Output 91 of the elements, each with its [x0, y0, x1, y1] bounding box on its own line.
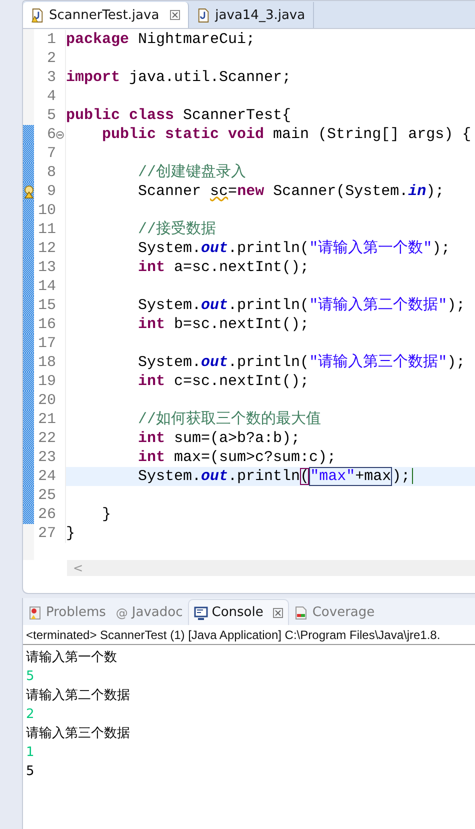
line-number: 26: [36, 505, 56, 524]
line-number: 11: [36, 220, 56, 239]
code-line: int max=(sum>c?sum:c);: [137, 449, 336, 466]
change-marker: [23, 353, 34, 372]
change-marker: [23, 201, 34, 220]
console-line: 2: [26, 706, 34, 724]
console-line: 请输入第二个数据: [26, 687, 130, 705]
coverage-icon: [294, 606, 308, 620]
code-line: int a=sc.nextInt();: [137, 259, 310, 276]
view-tab[interactable]: Coverage: [289, 600, 380, 625]
change-marker: [23, 296, 34, 315]
change-marker: [23, 334, 34, 353]
code-line: //如何获取三个数的最大值: [137, 411, 322, 428]
change-marker: [23, 467, 34, 486]
change-marker: [23, 505, 34, 524]
code-line: System.out.println("请输入第二个数据");: [137, 297, 466, 314]
line-number: 5: [46, 106, 56, 125]
editor-tab[interactable]: java14_3.java: [189, 2, 314, 28]
line-number: 9: [46, 182, 56, 201]
code-line: //创建键盘录入: [137, 164, 246, 181]
view-tab[interactable]: @ Javadoc: [110, 600, 188, 625]
code-line: System.out.println("max"+max);: [66, 468, 414, 485]
change-marker: [23, 429, 34, 448]
line-number: 14: [36, 277, 56, 296]
line-number: 16: [36, 315, 56, 334]
code-line: int b=sc.nextInt();: [137, 316, 310, 333]
console-line: 请输入第三个数据: [26, 725, 130, 743]
code-line: public static void main (String[] args) {: [101, 126, 472, 143]
close-icon[interactable]: [170, 10, 180, 20]
at-sign-icon: @: [116, 606, 128, 620]
view-tab[interactable]: Problems: [23, 600, 111, 625]
line-number: 21: [36, 410, 56, 429]
editor-tab[interactable]: ScannerTest.java: [23, 2, 190, 28]
console-line: 请输入第一个数: [26, 649, 117, 667]
code-line: public class ScannerTest{: [66, 107, 292, 124]
console-line: 1: [26, 744, 34, 762]
change-marker: [23, 163, 34, 182]
code-line: int sum=(a>b?a:b);: [137, 430, 300, 447]
java-file-icon: [31, 8, 44, 22]
change-marker: [23, 125, 34, 144]
code-line: package NightmareCui;: [66, 31, 256, 48]
scroll-left-arrow[interactable]: <: [67, 561, 90, 575]
line-number: 25: [36, 486, 56, 505]
line-number: 7: [46, 144, 56, 163]
line-number: 15: [36, 296, 56, 315]
code-line: }: [66, 525, 76, 542]
collapse-icon[interactable]: [56, 130, 64, 138]
console-line: 5: [26, 668, 34, 686]
code-line: //接受数据: [137, 221, 216, 238]
change-marker: [23, 486, 34, 505]
close-icon[interactable]: [273, 608, 284, 618]
problems-icon: [28, 606, 42, 620]
change-marker: [23, 391, 34, 410]
code-line: Scanner sc=new Scanner(System.in);: [137, 183, 444, 200]
monitor-icon: [194, 606, 208, 620]
horizontal-scrollbar[interactable]: <: [67, 560, 475, 576]
code-line: System.out.println("请输入第三个数据");: [137, 354, 466, 371]
change-marker: [23, 277, 34, 296]
view-tab[interactable]: Console: [188, 599, 290, 625]
line-number: 2: [46, 49, 56, 68]
change-marker: [23, 448, 34, 467]
code-line: }: [101, 506, 112, 523]
change-marker: [23, 372, 34, 391]
line-number: 17: [36, 334, 56, 353]
line-number: 13: [36, 258, 56, 277]
line-number: 12: [36, 239, 56, 258]
change-marker: [23, 220, 34, 239]
code-line: System.out.println("请输入第一个数");: [137, 240, 450, 257]
code-line: int c=sc.nextInt();: [137, 373, 310, 390]
line-number: 10: [36, 201, 56, 220]
line-number: 8: [46, 163, 56, 182]
code-line: import java.util.Scanner;: [66, 69, 292, 86]
line-number: 23: [36, 448, 56, 467]
change-marker: [23, 315, 34, 334]
process-description: <terminated> ScannerTest (1) [Java Application] C:\Program Files\Java\jre1.8.: [26, 628, 440, 642]
line-number: 27: [36, 524, 56, 543]
line-number: 1: [46, 30, 56, 49]
line-number: 4: [46, 87, 56, 106]
line-number: 18: [36, 353, 56, 372]
line-number: 3: [46, 68, 56, 87]
line-number: 19: [36, 372, 56, 391]
line-number: 6: [46, 125, 56, 144]
line-number: 24: [36, 467, 56, 486]
java-file-icon: [197, 8, 210, 22]
console-line: 5: [26, 763, 34, 781]
change-marker: [23, 144, 34, 163]
line-number: 22: [36, 429, 56, 448]
change-marker: [23, 239, 34, 258]
change-marker: [23, 258, 34, 277]
change-marker: [23, 410, 34, 429]
line-number: 20: [36, 391, 56, 410]
